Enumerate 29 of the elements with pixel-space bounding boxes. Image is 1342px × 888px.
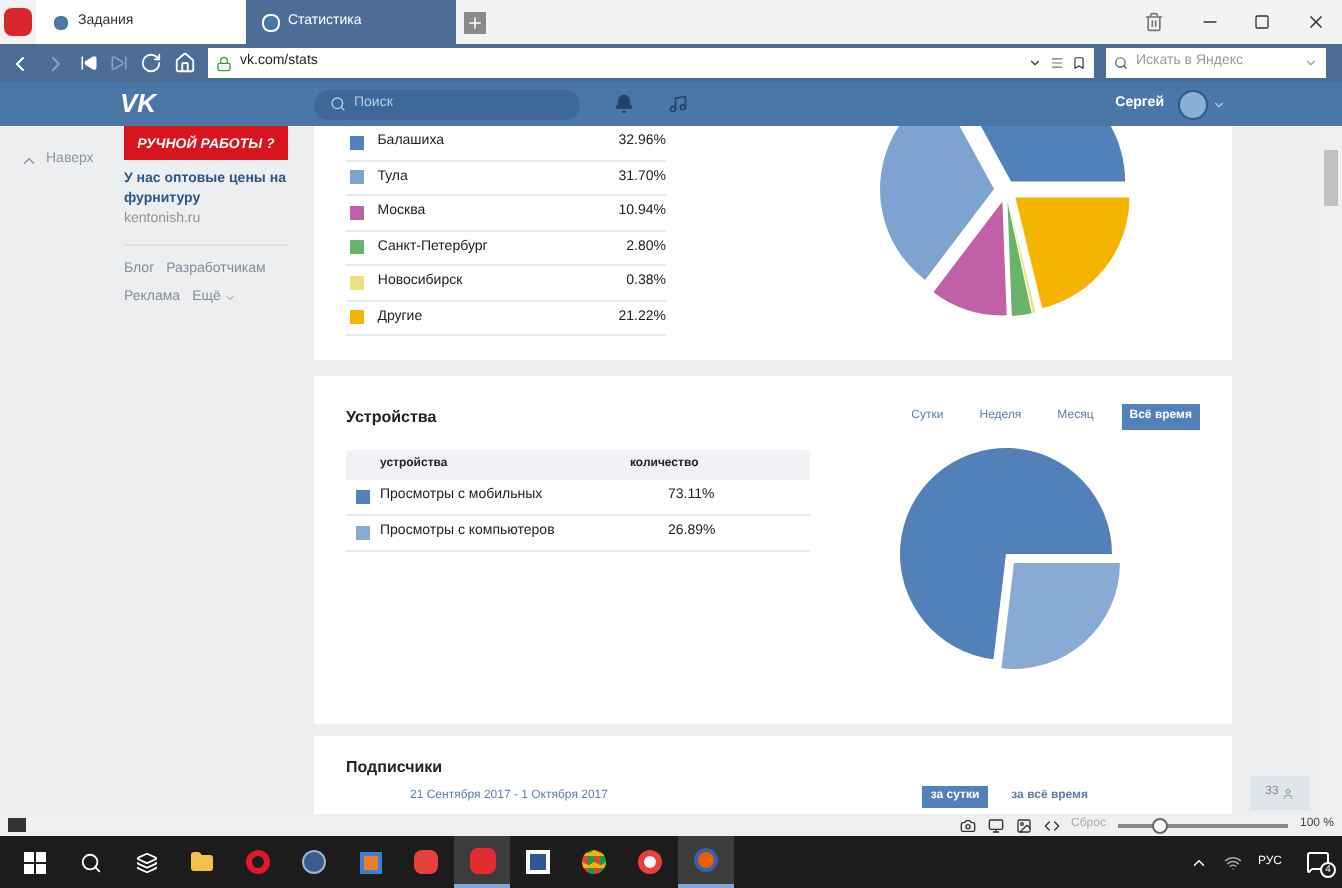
code-icon[interactable] xyxy=(1043,817,1060,833)
close-icon[interactable] xyxy=(1306,12,1326,32)
search-icon xyxy=(330,96,346,112)
avatar xyxy=(1178,89,1208,119)
caret-icon xyxy=(1304,56,1318,70)
section-title: Подписчики xyxy=(346,758,445,778)
network-icon[interactable] xyxy=(1223,853,1242,871)
image-icon[interactable] xyxy=(1015,817,1032,833)
trash-icon[interactable] xyxy=(1144,12,1164,32)
caret-icon[interactable] xyxy=(1212,97,1226,111)
panel-toggle-icon[interactable] xyxy=(8,818,26,832)
lock-icon xyxy=(216,55,232,71)
dropdown-icon[interactable] xyxy=(1028,56,1042,70)
maximize-icon[interactable] xyxy=(1254,14,1270,30)
browser-icon[interactable] xyxy=(454,836,510,888)
new-tab-button[interactable] xyxy=(464,11,486,33)
bookmark-icon[interactable] xyxy=(1072,56,1086,70)
search-icon xyxy=(1114,56,1128,70)
vk-logo[interactable]: VK xyxy=(120,84,200,124)
reload-icon[interactable] xyxy=(140,52,162,74)
camera-icon[interactable] xyxy=(959,817,976,833)
person-icon xyxy=(1282,787,1295,799)
section-title: Устройства xyxy=(346,405,437,429)
reader-icon[interactable] xyxy=(1050,56,1064,70)
firefox-icon[interactable] xyxy=(678,836,734,888)
home-icon[interactable] xyxy=(174,52,196,74)
caret-icon xyxy=(224,291,237,304)
rewind-icon[interactable] xyxy=(80,54,98,72)
window-icon[interactable] xyxy=(987,817,1004,833)
